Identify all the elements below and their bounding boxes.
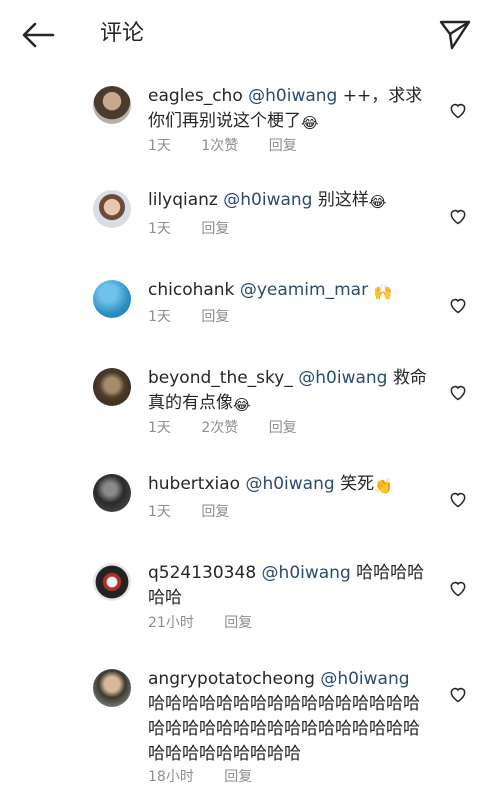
- comment-username[interactable]: eagles_cho: [148, 86, 243, 106]
- avatar[interactable]: [93, 190, 131, 228]
- heart-icon[interactable]: [448, 489, 468, 509]
- mention-link[interactable]: @h0iwang: [262, 563, 351, 583]
- comment-text: angrypotatocheong @h0iwang 哈哈哈哈哈哈哈哈哈哈哈哈哈…: [148, 667, 430, 767]
- emoji: 😂: [233, 396, 251, 414]
- comment-text: q524130348 @h0iwang 哈哈哈哈哈哈: [148, 561, 430, 611]
- heart-icon[interactable]: [448, 578, 468, 598]
- comment-meta: 18小时 回复: [148, 767, 278, 787]
- comment-body: 笑死: [334, 474, 375, 494]
- reply-button[interactable]: 回复: [269, 138, 297, 154]
- comment-text: eagles_cho @h0iwang ++，求求你们再别说这个梗了😂: [148, 84, 430, 134]
- mention-link[interactable]: @h0iwang: [245, 474, 334, 494]
- comment-username[interactable]: angrypotatocheong: [148, 669, 315, 689]
- reply-button[interactable]: 回复: [201, 504, 229, 520]
- comment-text: chicohank @yeamim_mar 🙌: [148, 278, 430, 303]
- page-title: 评论: [100, 21, 145, 46]
- reply-button[interactable]: 回复: [224, 769, 252, 785]
- comment-username[interactable]: hubertxiao: [148, 474, 240, 494]
- arrow-left-icon[interactable]: [20, 20, 56, 50]
- comment-item: hubertxiao @h0iwang 笑死👏 1天 回复: [0, 472, 496, 532]
- comment-time: 18小时: [148, 769, 194, 785]
- like-count[interactable]: 2次赞: [201, 420, 238, 436]
- paper-plane-icon[interactable]: [438, 18, 472, 52]
- comment-time: 1天: [148, 221, 171, 237]
- comment-username[interactable]: chicohank: [148, 280, 234, 300]
- emoji: 🙌: [373, 283, 393, 301]
- comment-meta: 1天 2次赞 回复: [148, 418, 323, 438]
- reply-button[interactable]: 回复: [269, 420, 297, 436]
- heart-icon[interactable]: [448, 684, 468, 704]
- mention-link[interactable]: @yeamim_mar: [240, 280, 368, 300]
- heart-icon[interactable]: [448, 206, 468, 226]
- comment-text: hubertxiao @h0iwang 笑死👏: [148, 472, 430, 497]
- mention-link[interactable]: @h0iwang: [248, 86, 337, 106]
- mention-link[interactable]: @h0iwang: [320, 669, 409, 689]
- comment-time: 21小时: [148, 615, 194, 631]
- comment-time: 1天: [148, 420, 171, 436]
- avatar[interactable]: [93, 86, 131, 124]
- emoji: 😂: [301, 114, 319, 132]
- comment-username[interactable]: q524130348: [148, 563, 256, 583]
- comment-item: lilyqianz @h0iwang 别这样😂 1天 回复: [0, 188, 496, 248]
- top-bar: 评论: [0, 0, 496, 68]
- comment-text: beyond_the_sky_ @h0iwang 救命真的有点像😂: [148, 366, 430, 416]
- reply-button[interactable]: 回复: [201, 309, 229, 325]
- avatar[interactable]: [93, 368, 131, 406]
- comment-time: 1天: [148, 504, 171, 520]
- heart-icon[interactable]: [448, 295, 468, 315]
- comment-meta: 1天 回复: [148, 219, 255, 239]
- emoji: 👏: [374, 477, 393, 495]
- comment-item: q524130348 @h0iwang 哈哈哈哈哈哈 21小时 回复: [0, 561, 496, 641]
- comment-meta: 1天 回复: [148, 307, 255, 327]
- mention-link[interactable]: @h0iwang: [223, 190, 312, 210]
- comment-username[interactable]: lilyqianz: [148, 190, 218, 210]
- avatar[interactable]: [93, 280, 131, 318]
- comment-body: 别这样: [312, 190, 369, 210]
- avatar[interactable]: [93, 669, 131, 707]
- comment-username[interactable]: beyond_the_sky_: [148, 368, 293, 388]
- avatar[interactable]: [93, 563, 131, 601]
- mention-link[interactable]: @h0iwang: [298, 368, 387, 388]
- heart-icon[interactable]: [448, 100, 468, 120]
- comment-time: 1天: [148, 138, 171, 154]
- comment-text: lilyqianz @h0iwang 别这样😂: [148, 188, 430, 213]
- comment-item: beyond_the_sky_ @h0iwang 救命真的有点像😂 1天 2次赞…: [0, 366, 496, 446]
- comment-meta: 1天 回复: [148, 502, 255, 522]
- emoji: 😂: [368, 193, 387, 211]
- comment-body: 哈哈哈哈哈哈哈哈哈哈哈哈哈哈哈哈哈哈哈哈哈哈哈哈哈哈哈哈哈哈哈哈哈哈哈哈哈哈哈哈…: [148, 694, 420, 764]
- reply-button[interactable]: 回复: [201, 221, 229, 237]
- comment-item: angrypotatocheong @h0iwang 哈哈哈哈哈哈哈哈哈哈哈哈哈…: [0, 667, 496, 792]
- like-count[interactable]: 1次赞: [201, 138, 238, 154]
- comment-time: 1天: [148, 309, 171, 325]
- avatar[interactable]: [93, 474, 131, 512]
- reply-button[interactable]: 回复: [224, 615, 252, 631]
- heart-icon[interactable]: [448, 382, 468, 402]
- comment-meta: 21小时 回复: [148, 613, 278, 633]
- comment-item: eagles_cho @h0iwang ++，求求你们再别说这个梗了😂 1天 1…: [0, 84, 496, 164]
- comment-item: chicohank @yeamim_mar 🙌 1天 回复: [0, 278, 496, 338]
- comment-meta: 1天 1次赞 回复: [148, 136, 323, 156]
